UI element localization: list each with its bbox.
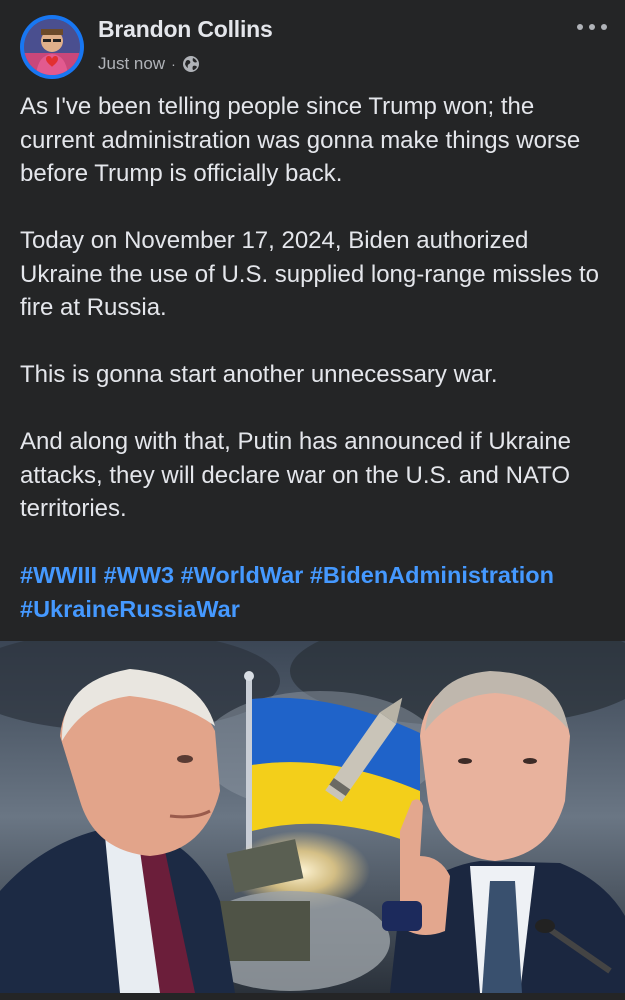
- post-image[interactable]: [0, 641, 625, 993]
- hashtag-link[interactable]: #WWIII: [20, 562, 97, 588]
- author-name[interactable]: Brandon Collins: [98, 16, 273, 43]
- post-paragraph: This is gonna start another unnecessary …: [20, 361, 498, 388]
- facebook-post: Brandon Collins Just now · As I've been …: [0, 0, 625, 1000]
- post-meta: Just now ·: [98, 53, 200, 75]
- hashtag-link[interactable]: #BidenAdministration: [310, 562, 554, 588]
- more-options-icon[interactable]: [577, 20, 607, 34]
- post-divider: [0, 993, 625, 1000]
- hashtag-link[interactable]: #WorldWar: [181, 562, 304, 588]
- hashtag-link[interactable]: #WW3: [104, 562, 175, 588]
- separator-dot: ·: [171, 56, 176, 72]
- hashtag-link[interactable]: #UkraineRussiaWar: [20, 596, 240, 622]
- post-paragraph: And along with that, Putin has announced…: [20, 428, 572, 522]
- post-header: Brandon Collins Just now ·: [0, 0, 625, 90]
- globe-icon[interactable]: [182, 55, 200, 73]
- hashtag-list: #WWIII #WW3 #WorldWar #BidenAdministrati…: [20, 559, 610, 626]
- avatar[interactable]: [20, 15, 84, 79]
- post-paragraph: As I've been telling people since Trump …: [20, 93, 581, 187]
- avatar-photo: [24, 19, 80, 75]
- post-text: As I've been telling people since Trump …: [20, 90, 610, 626]
- post-paragraph: Today on November 17, 2024, Biden author…: [20, 227, 599, 321]
- timestamp[interactable]: Just now: [98, 54, 165, 74]
